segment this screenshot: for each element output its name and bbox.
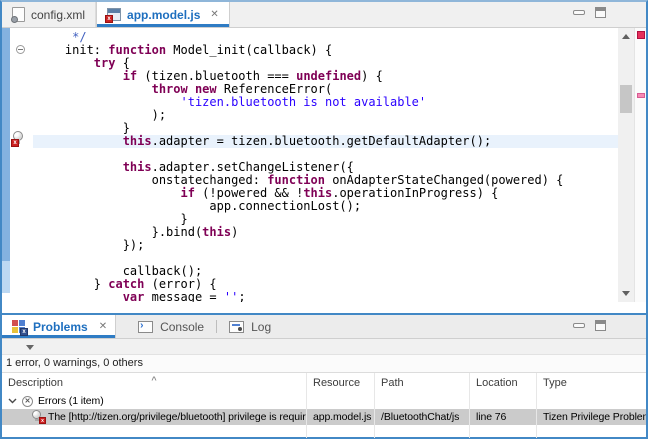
tab-label: config.xml xyxy=(31,8,85,22)
scroll-up-icon[interactable] xyxy=(622,34,630,39)
problems-table: Description ^ Resource Path Location Typ… xyxy=(2,372,646,437)
tab-label: Problems xyxy=(33,320,88,334)
error-overlay-icon: x xyxy=(39,417,46,424)
tab-problems[interactable]: x Problems ✕ xyxy=(2,315,116,338)
column-header-path[interactable]: Path xyxy=(375,373,470,393)
error-type: Tizen Privilege Problem xyxy=(537,409,646,425)
minimize-icon[interactable] xyxy=(573,10,585,15)
close-tab-icon[interactable]: ✕ xyxy=(210,9,218,20)
xml-file-icon xyxy=(12,7,25,22)
problems-panel: x Problems ✕ › Console Log 1 erro xyxy=(0,313,648,439)
error-row[interactable]: x The [http://tizen.org/privilege/blueto… xyxy=(2,409,646,425)
view-tab-bar: x Problems ✕ › Console Log xyxy=(2,315,646,339)
problems-summary: 1 error, 0 warnings, 0 others xyxy=(2,355,646,372)
overview-ruler xyxy=(634,28,646,302)
maximize-icon[interactable] xyxy=(595,320,606,331)
quickdiff-ruler xyxy=(2,28,10,261)
column-header-location[interactable]: Location xyxy=(470,373,537,393)
tab-console[interactable]: › Console xyxy=(128,315,214,338)
fold-collapse-icon[interactable] xyxy=(16,45,25,54)
vertical-scrollbar-thumb[interactable] xyxy=(620,85,632,113)
maximize-icon[interactable] xyxy=(595,7,606,18)
close-view-icon[interactable]: ✕ xyxy=(99,321,107,332)
console-view-icon: › xyxy=(138,321,153,333)
tab-divider xyxy=(216,320,217,333)
error-path: /BluetoothChat/js xyxy=(375,409,470,425)
scroll-down-icon[interactable] xyxy=(622,291,630,296)
code-editor[interactable]: x */ init: function Model_init(callback)… xyxy=(2,28,646,302)
problems-view-icon: x xyxy=(12,320,26,334)
errors-group-icon: ✕ xyxy=(22,396,33,407)
group-label: Errors (1 item) xyxy=(38,393,104,409)
ide-window: config.xml x app.model.js ✕ x xyxy=(0,0,648,439)
overview-error-marker[interactable] xyxy=(637,31,645,39)
error-overlay-icon: x xyxy=(105,15,113,23)
tab-label: Console xyxy=(160,320,204,334)
sort-ascending-icon: ^ xyxy=(151,373,156,390)
log-view-icon xyxy=(229,321,244,333)
quickfix-error-marker-icon[interactable]: x xyxy=(11,131,25,146)
tab-app-model-js[interactable]: x app.model.js ✕ xyxy=(96,2,230,27)
minimize-icon[interactable] xyxy=(573,323,585,328)
error-location: line 76 xyxy=(470,409,537,425)
code-lines: */ init: function Model_init(callback) {… xyxy=(36,31,563,302)
column-header-resource[interactable]: Resource xyxy=(307,373,375,393)
column-header-type[interactable]: Type xyxy=(537,373,646,393)
editor-stack-buttons xyxy=(573,2,646,27)
view-menu-icon[interactable] xyxy=(26,345,34,350)
column-header-description[interactable]: Description ^ xyxy=(2,373,307,393)
empty-table-row xyxy=(2,425,646,438)
tab-label: Log xyxy=(251,320,271,334)
vertical-scrollbar[interactable] xyxy=(618,28,634,302)
problems-toolbar xyxy=(2,339,646,355)
error-description: The [http://tizen.org/privilege/bluetoot… xyxy=(48,409,306,425)
errors-group-row[interactable]: ✕ Errors (1 item) xyxy=(2,393,646,409)
error-resource: app.model.js xyxy=(307,409,375,425)
tab-label: app.model.js xyxy=(127,8,200,22)
tab-log[interactable]: Log xyxy=(219,315,281,338)
tab-config-xml[interactable]: config.xml xyxy=(2,2,96,27)
error-overlay-icon: x xyxy=(11,139,19,147)
quickdiff-ruler-light xyxy=(2,261,10,293)
panel-stack-buttons xyxy=(573,315,646,338)
editor-tab-bar: config.xml x app.model.js ✕ xyxy=(2,2,646,28)
js-file-error-icon: x xyxy=(107,8,121,21)
editor-area: config.xml x app.model.js ✕ x xyxy=(0,0,648,313)
chevron-down-icon[interactable] xyxy=(8,398,17,404)
table-header-row: Description ^ Resource Path Location Typ… xyxy=(2,373,646,393)
gear-icon xyxy=(11,16,18,23)
quickfix-error-icon: x xyxy=(31,410,44,424)
overview-occurrence-marker[interactable] xyxy=(637,93,645,98)
annotation-gutter xyxy=(10,28,35,302)
